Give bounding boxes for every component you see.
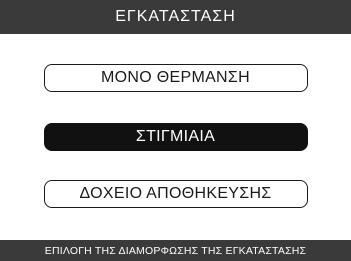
option-heating-only[interactable]: ΜΟΝΟ ΘΕΡΜΑΝΣΗ: [43, 64, 308, 92]
screen-title: ΕΓΚΑΤΑΣΤΑΣΗ: [115, 8, 236, 25]
option-label: ΔΟΧΕΙΟ ΑΠΟΘΗΚΕΥΣΗΣ: [79, 185, 272, 202]
option-instantaneous[interactable]: ΣΤΙΓΜΙΑΙΑ: [43, 123, 308, 151]
option-storage-tank[interactable]: ΔΟΧΕΙΟ ΑΠΟΘΗΚΕΥΣΗΣ: [43, 180, 308, 208]
hint-bar: ΕΠΙΛΟΓΗ ΤΗΣ ΔΙΑΜΟΡΦΩΣΗΣ ΤΗΣ ΕΓΚΑΤΑΣΤΑΣΗΣ: [0, 240, 351, 261]
option-label: ΜΟΝΟ ΘΕΡΜΑΝΣΗ: [101, 69, 250, 86]
hint-text: ΕΠΙΛΟΓΗ ΤΗΣ ΔΙΑΜΟΡΦΩΣΗΣ ΤΗΣ ΕΓΚΑΤΑΣΤΑΣΗΣ: [44, 244, 307, 257]
option-label: ΣΤΙΓΜΙΑΙΑ: [135, 128, 216, 145]
screen-title-bar: ΕΓΚΑΤΑΣΤΑΣΗ: [0, 0, 351, 34]
installation-screen: ΕΓΚΑΤΑΣΤΑΣΗ ΜΟΝΟ ΘΕΡΜΑΝΣΗ ΣΤΙΓΜΙΑΙΑ ΔΟΧΕ…: [0, 0, 351, 261]
